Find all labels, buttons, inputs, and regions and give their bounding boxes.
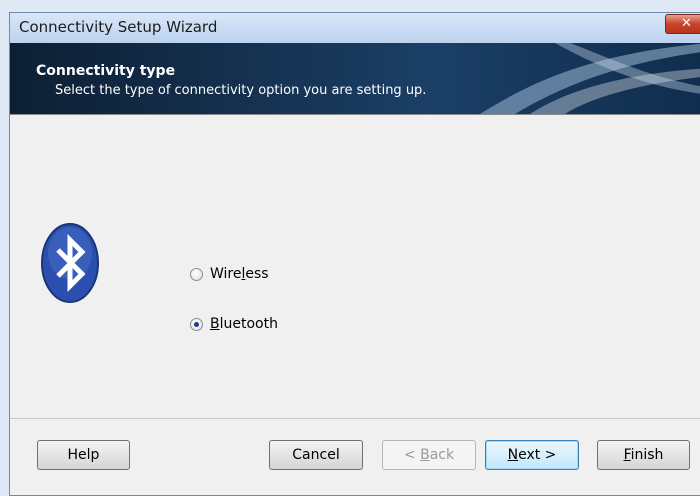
bluetooth-option[interactable]: Bluetooth xyxy=(190,315,278,333)
help-button[interactable]: Help xyxy=(37,440,130,470)
wireless-option[interactable]: Wireless xyxy=(190,265,269,283)
footer-divider xyxy=(10,418,700,419)
bluetooth-radio[interactable] xyxy=(190,317,203,331)
wizard-window: Connectivity Setup Wizard ✕ Connectivity… xyxy=(9,12,700,496)
finish-button[interactable]: Finish xyxy=(597,440,690,470)
next-button[interactable]: Next > xyxy=(485,440,579,470)
title-bar[interactable]: Connectivity Setup Wizard ✕ xyxy=(10,13,700,43)
header-banner: Connectivity type Select the type of con… xyxy=(10,43,700,114)
cancel-button[interactable]: Cancel xyxy=(269,440,363,470)
wireless-radio[interactable] xyxy=(190,267,203,281)
wireless-label: Wireless xyxy=(210,266,269,282)
page-title: Connectivity type xyxy=(36,63,176,79)
back-button[interactable]: < Back xyxy=(382,440,476,470)
page-subtitle: Select the type of connectivity option y… xyxy=(55,83,427,98)
banner-divider xyxy=(10,114,700,115)
window-title: Connectivity Setup Wizard xyxy=(19,18,218,36)
bluetooth-label: Bluetooth xyxy=(210,316,278,332)
wizard-body: Connectivity type Select the type of con… xyxy=(10,43,700,495)
close-button[interactable]: ✕ xyxy=(665,14,700,34)
bluetooth-icon xyxy=(41,223,99,303)
